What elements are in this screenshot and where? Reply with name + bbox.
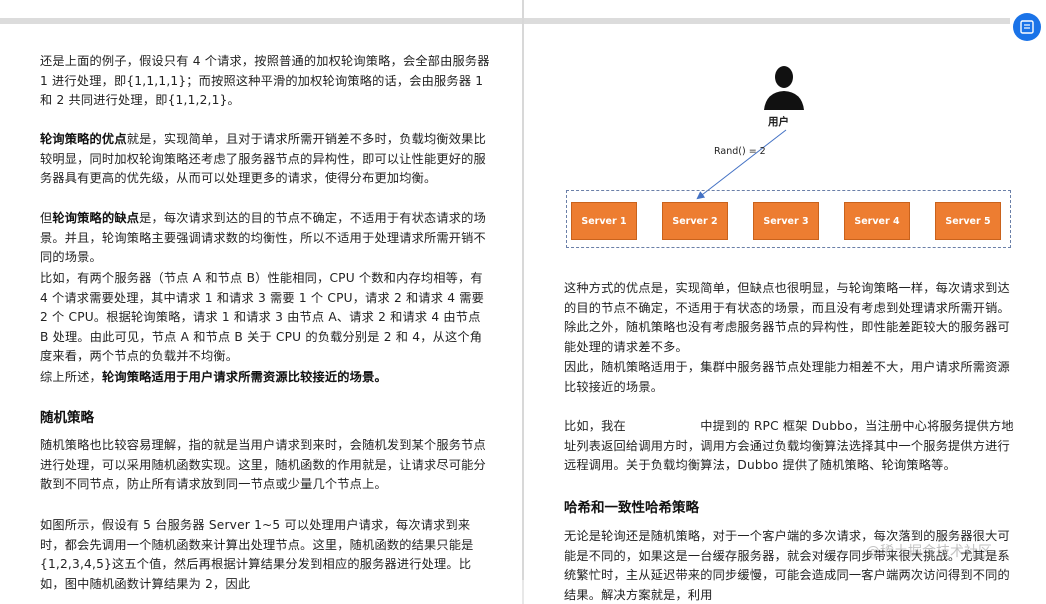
server-4: Server 4	[844, 202, 910, 240]
server-1: Server 1	[571, 202, 637, 240]
bold-text: 轮询策略的缺点	[52, 211, 140, 225]
reader-icon	[1020, 20, 1034, 34]
server-2: Server 2	[662, 202, 728, 240]
left-paragraph-7: 如图所示，假设有 5 台服务器 Server 1~5 可以处理用户请求，每次请求…	[40, 518, 474, 591]
server-5: Server 5	[935, 202, 1001, 240]
text: 综上所述，	[40, 370, 102, 384]
left-paragraph-6: 随机策略也比较容易理解，指的就是当用户请求到来时，会随机发到某个服务节点进行处理…	[40, 438, 486, 491]
left-paragraph-3: 但轮询策略的缺点是，每次请求到达的目的节点不确定，不适用于有状态请求的场景。并且…	[40, 209, 490, 268]
right-page: 用户 Rand() = 2 Server 1 Server 2 Server 3…	[524, 24, 1046, 604]
right-paragraph-3: 比如，我在 中提到的 RPC 框架 Dubbo，当注册中心将服务提供方地址列表返…	[564, 419, 1014, 472]
section-heading-hash: 哈希和一致性哈希策略	[564, 500, 699, 516]
bold-text: 轮询策略的优点	[40, 132, 127, 146]
right-paragraph-1: 这种方式的优点是，实现简单，但缺点也很明显，与轮询策略一样，每次请求到达的目的节…	[564, 281, 1010, 354]
user-icon	[764, 66, 804, 110]
left-page: 还是上面的例子，假设只有 4 个请求，按照普通的加权轮询策略，会全部由服务器 1…	[0, 24, 522, 604]
left-paragraph-5: 综上所述，轮询策略适用于用户请求所需资源比较接近的场景。	[40, 368, 490, 388]
bold-text: 轮询策略适用于用户请求所需资源比较接近的场景。	[101, 370, 387, 384]
right-paragraph-2: 因此，随机策略适用于，集群中服务器节点处理能力相差不大，用户请求所需资源比较接近…	[564, 360, 1010, 394]
left-paragraph-2: 轮询策略的优点就是，实现简单，且对于请求所需开销差不多时，负载均衡效果比较明显，…	[40, 130, 490, 189]
watermark: @稀土掘金技术社区	[866, 544, 992, 560]
right-paragraph-4: 无论是轮询还是随机策略，对于一个客户端的多次请求，每次落到的服务器很大可能是不同…	[564, 529, 1010, 602]
section-heading-random: 随机策略	[40, 410, 94, 426]
left-paragraph-1: 还是上面的例子，假设只有 4 个请求，按照普通的加权轮询策略，会全部由服务器 1…	[40, 54, 490, 107]
reader-mode-button[interactable]	[1013, 13, 1041, 41]
server-3: Server 3	[753, 202, 819, 240]
text: 但	[40, 211, 53, 225]
rand-label: Rand() = 2	[714, 146, 766, 157]
left-paragraph-4: 比如，有两个服务器（节点 A 和节点 B）性能相同，CPU 个数和内存均相等，有…	[40, 271, 485, 363]
